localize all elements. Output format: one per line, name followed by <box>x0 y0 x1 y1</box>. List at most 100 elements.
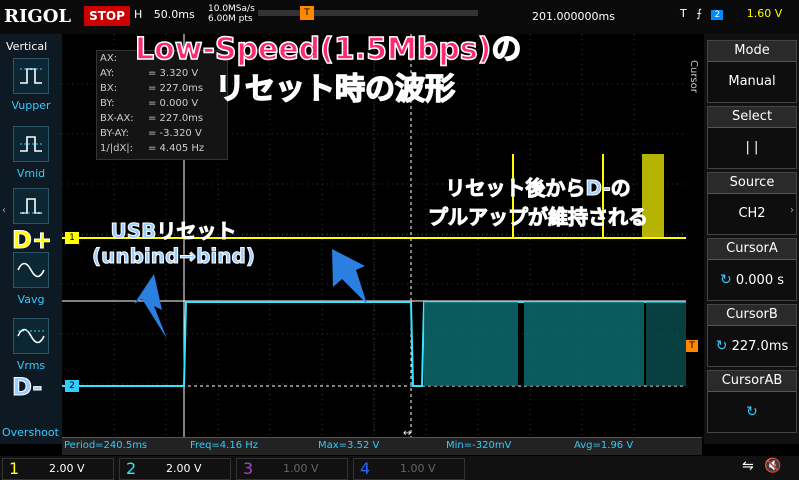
ch2-packet-block <box>524 302 644 386</box>
channel-3-button[interactable]: 3 1.00 V <box>236 458 348 480</box>
readout-row-label: BX: <box>100 83 118 94</box>
vupper-icon <box>13 58 49 94</box>
menu-title: CursorA <box>708 239 796 260</box>
readout-row-label: BY-AY: <box>100 128 129 139</box>
measure-vupper[interactable]: Vupper <box>0 58 62 113</box>
dplus-label: D+ <box>11 226 53 255</box>
scroll-left-icon[interactable]: ‹ <box>2 205 6 216</box>
source-menu[interactable]: Source CH2 <box>707 172 797 235</box>
menu-title: CursorAB <box>708 371 796 392</box>
trigger-type: T <box>680 7 687 20</box>
trigger-level: 1.60 V <box>746 7 783 20</box>
trigger-channel: 2 <box>711 10 724 20</box>
dminus-label: D- <box>11 373 43 402</box>
title-line-2: リセット時の波形 <box>214 71 456 108</box>
vrms-icon <box>13 318 49 354</box>
menu-title: Select <box>708 107 796 128</box>
channel-number: 1 <box>9 459 20 478</box>
brand-logo: RIGOL <box>4 6 72 27</box>
sample-rate: 10.0MSa/s <box>208 4 255 14</box>
trigger-status[interactable]: T ⨍ 2 1.60 V <box>680 7 782 20</box>
speaker-mute-icon[interactable]: 🔇 <box>764 458 781 474</box>
cursor-menu-tab: Cursor <box>688 60 699 93</box>
ch2-marker[interactable]: 2 <box>65 380 79 392</box>
min-measure: Min=-320mV <box>446 440 512 451</box>
memory-position-bar[interactable] <box>258 10 478 16</box>
channel-number: 3 <box>243 459 254 478</box>
ch2-packet-block <box>646 302 686 386</box>
menu-title: CursorB <box>708 305 796 326</box>
title-line-1: Low-Speed(1.5Mbps)の <box>134 31 522 68</box>
ch1-marker[interactable]: 1 <box>65 232 79 244</box>
cursor-b-menu[interactable]: CursorB ↻ 227.0ms <box>707 304 797 367</box>
cursor-ab-menu[interactable]: CursorAB ↻ <box>707 370 797 433</box>
vavg-icon <box>13 252 49 288</box>
readout-row-label: AY: <box>100 68 115 79</box>
channel-4-button[interactable]: 4 1.00 V <box>353 458 465 480</box>
avg-measure: Avg=1.96 V <box>574 440 634 451</box>
memory-depth: 6.00M pts <box>208 14 253 24</box>
readout-row-value: = 4.405 Hz <box>148 143 205 154</box>
measure-overshoot[interactable]: Overshoot <box>2 426 59 439</box>
menu-value: CH2 <box>708 194 796 234</box>
freq-measure: Freq=4.16 Hz <box>190 440 259 451</box>
rotate-knob-icon: ↻ <box>715 338 728 354</box>
menu-value: ↻ <box>708 392 796 432</box>
vlower-icon <box>13 188 49 224</box>
measure-vmid[interactable]: Vmid <box>0 126 62 181</box>
delay-time-readout[interactable]: 201.000000ms <box>532 10 615 23</box>
measure-label: Vavg <box>17 293 45 306</box>
usb-reset-annotation: USBリセット (unbind→bind) <box>92 219 256 269</box>
rising-edge-icon: ⨍ <box>696 7 702 20</box>
measure-label: Vrms <box>16 359 46 372</box>
period-measure: Period=240.5ms <box>64 440 148 451</box>
rotate-knob-icon: ↻ <box>720 272 732 288</box>
select-menu[interactable]: Select | | <box>707 106 797 169</box>
measure-vrms[interactable]: Vrms <box>0 318 62 373</box>
channel-scale: 2.00 V <box>49 462 85 475</box>
measure-vlower[interactable] <box>0 188 62 224</box>
trigger-level-marker[interactable]: T <box>686 340 698 352</box>
channel-scale: 2.00 V <box>166 462 202 475</box>
readout-row-value: = -3.320 V <box>148 128 202 139</box>
channel-scale: 1.00 V <box>400 462 436 475</box>
menu-value: Manual <box>708 62 796 102</box>
channel-scale: 1.00 V <box>283 462 319 475</box>
vmid-icon <box>13 126 49 162</box>
usb-icon: ⇋ <box>742 458 754 474</box>
acquisition-info: 10.0MSa/s 6.00M pts <box>208 4 255 24</box>
readout-row-label: AX: <box>100 53 118 64</box>
menu-value: | | <box>708 128 796 168</box>
readout-row-label: BX-AX: <box>100 113 134 124</box>
menu-value: ↻ 227.0ms <box>708 326 796 366</box>
measure-vavg[interactable]: Vavg <box>0 252 62 307</box>
scroll-right-icon[interactable]: › <box>790 205 794 216</box>
max-measure: Max=3.52 V <box>318 440 380 451</box>
measure-label: Vupper <box>11 99 51 112</box>
cursor-a-menu[interactable]: CursorA ↻ 0.000 s <box>707 238 797 301</box>
ch2-packet-block <box>424 302 518 386</box>
readout-row-label: BY: <box>100 98 115 109</box>
pullup-annotation: リセット後からD-の プルアップが維持される <box>428 176 649 230</box>
trigger-position-marker[interactable]: T <box>300 6 314 20</box>
horizontal-label: H <box>134 8 143 21</box>
mode-menu[interactable]: Mode Manual <box>707 40 797 103</box>
rotate-knob-icon: ↻ <box>746 404 758 420</box>
channel-number: 2 <box>126 459 137 478</box>
timebase-readout[interactable]: H 50.0ms <box>134 8 195 21</box>
channel-2-button[interactable]: 2 2.00 V <box>119 458 231 480</box>
readout-row-value: = 227.0ms <box>148 113 204 124</box>
readout-row-label: 1/|dX|: <box>100 143 134 154</box>
menu-title: Source <box>708 173 796 194</box>
run-stop-indicator[interactable]: STOP <box>84 6 130 26</box>
readout-row-value: = 3.320 V <box>148 68 199 79</box>
readout-row-value: = 227.0ms <box>148 83 204 94</box>
timebase-value: 50.0ms <box>153 8 195 21</box>
channel-1-button[interactable]: 1 2.00 V <box>2 458 114 480</box>
menu-title: Mode <box>708 41 796 62</box>
channel-number: 4 <box>360 459 371 478</box>
measure-panel-title: Vertical <box>6 40 48 53</box>
menu-value: ↻ 0.000 s <box>708 260 796 300</box>
measure-label: Vmid <box>16 167 46 180</box>
readout-row-value: = 0.000 V <box>148 98 199 109</box>
